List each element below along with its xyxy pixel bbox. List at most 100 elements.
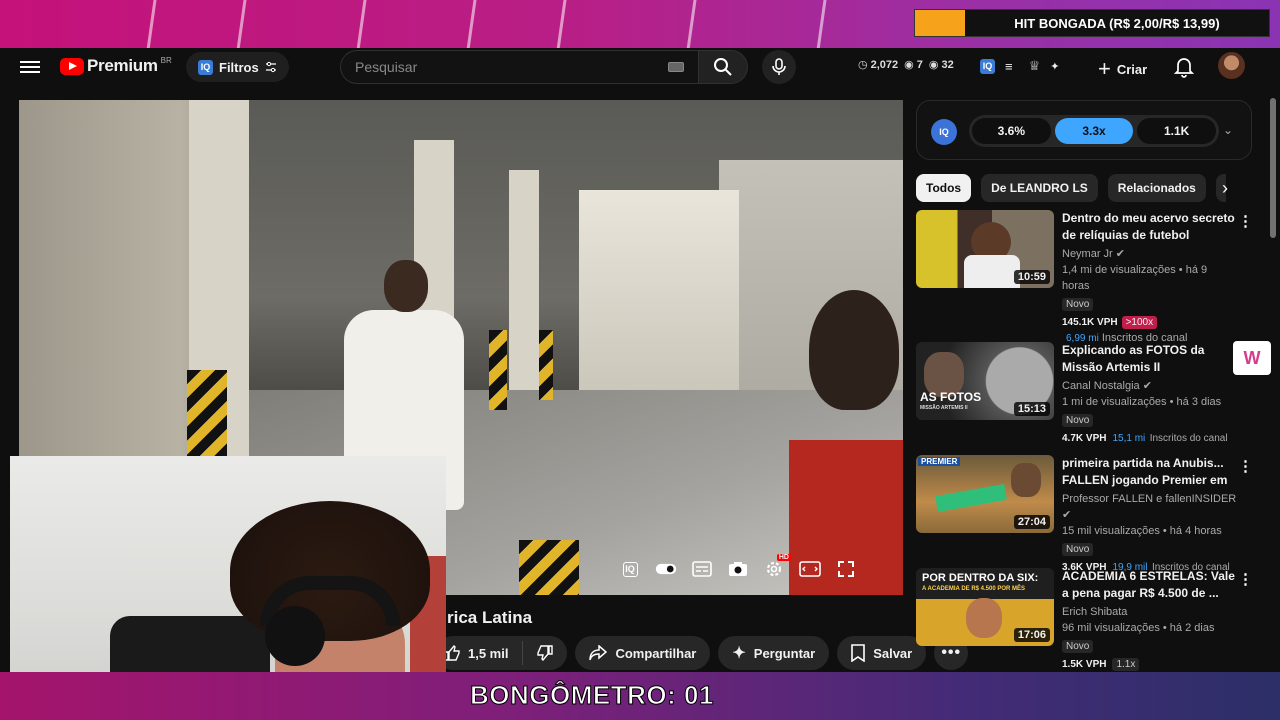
channel-name[interactable]: Neymar Jr (1062, 248, 1113, 260)
verified-icon: ✔ (1062, 509, 1072, 521)
camera-icon[interactable] (727, 558, 749, 580)
thumbnail-subtext: MISSÃO ARTEMIS II (920, 405, 968, 411)
notifications-button[interactable] (1174, 56, 1194, 78)
widget-logo-icon: W (1243, 347, 1261, 368)
verified-icon: ✔ (1142, 380, 1152, 392)
chip-from-channel[interactable]: De LEANDRO LS (981, 174, 1098, 202)
channel-name[interactable]: Erich Shibata (1062, 606, 1127, 618)
channel-name[interactable]: Canal Nostalgia (1062, 380, 1140, 392)
iq-logo: IQ (931, 119, 957, 145)
video-thumbnail[interactable]: 10:59 (916, 210, 1054, 288)
view-count: 15 mil visualizações (1062, 525, 1160, 537)
share-button[interactable]: Compartilhar (575, 636, 711, 670)
search-box (340, 50, 698, 84)
list-item[interactable]: 10:59 Dentro do meu acervo secreto de re… (916, 210, 1256, 344)
youtube-play-icon (60, 57, 84, 75)
chip-related[interactable]: Relacionados (1107, 174, 1206, 202)
video-duration: 17:06 (1013, 628, 1050, 642)
outlier-badge: 1.1x (1112, 658, 1140, 671)
vph-stat: 4.7K VPH (1062, 433, 1107, 444)
thumbs-down-icon (537, 645, 554, 661)
upload-age: há 2 dias (1169, 622, 1215, 634)
video-duration: 15:13 (1013, 402, 1050, 416)
view-count: 1,4 mi de visualizações (1062, 264, 1176, 276)
list-icon[interactable]: ≡ (1005, 59, 1013, 74)
floating-widget[interactable]: W (1233, 341, 1271, 375)
more-vert-icon[interactable]: ⋮ (1238, 212, 1253, 230)
dislike-button[interactable] (523, 645, 567, 661)
fullscreen-icon[interactable] (835, 558, 857, 580)
keyboard-icon[interactable] (668, 62, 684, 72)
list-item[interactable]: PREMIER 27:04 primeira partida na Anubis… (916, 455, 1256, 573)
more-vert-icon[interactable]: ⋮ (1238, 570, 1253, 588)
clock-icon: ◷ (858, 59, 868, 71)
iq-segment-outlier[interactable]: 3.3x (1054, 118, 1134, 144)
iq-segment-vph[interactable]: 1.1K (1137, 118, 1217, 144)
view-count: 96 mil visualizações (1062, 622, 1160, 634)
share-label: Compartilhar (615, 645, 697, 661)
thumbnail-subtext: A ACADEMIA DE R$ 4.500 POR MÊS (922, 586, 1026, 592)
like-count: 1,5 mil (468, 645, 509, 661)
iq-segments: 3.6% 3.3x 1.1K (969, 115, 1219, 147)
avatar[interactable] (1218, 52, 1245, 79)
search-button[interactable] (698, 50, 748, 84)
menu-icon[interactable] (20, 58, 40, 74)
settings-hd-icon[interactable]: HD (763, 554, 791, 580)
viewers-icon: ◉ (928, 59, 939, 71)
video-thumbnail[interactable]: POR DENTRO DA SIX: A ACADEMIA DE R$ 4.50… (916, 568, 1054, 646)
iq-segment-engagement[interactable]: 3.6% (972, 118, 1051, 144)
more-vert-icon[interactable]: ⋮ (1238, 457, 1253, 475)
scrollbar[interactable] (1270, 98, 1276, 238)
plus-icon: + (1098, 56, 1111, 81)
video-duration: 10:59 (1013, 270, 1050, 284)
channel-name[interactable]: Professor FALLEN e fallenINSIDER (1062, 493, 1236, 505)
chevron-right-icon[interactable]: › (1222, 178, 1228, 199)
subscriber-count: 15,1 mi (1112, 433, 1146, 444)
save-button[interactable]: Salvar (837, 636, 927, 670)
video-duration: 27:04 (1013, 515, 1050, 529)
video-thumbnail[interactable]: AS FOTOS MISSÃO ARTEMIS II 15:13 (916, 342, 1054, 420)
video-title[interactable]: Explicando as FOTOS da Missão Artemis II (1062, 342, 1237, 376)
filters-button[interactable]: IQ Filtros (186, 52, 289, 82)
thumbnail-text: PREMIER (918, 457, 961, 466)
toggle-icon[interactable] (655, 558, 677, 580)
youtube-premium-logo[interactable]: Premium BR (60, 56, 172, 76)
stat-views: 2,072 (870, 58, 899, 71)
new-badge: Novo (1062, 298, 1094, 311)
stat-eyes: 7 (916, 58, 923, 71)
thumbnail-text: AS FOTOS (920, 390, 982, 404)
list-item[interactable]: AS FOTOS MISSÃO ARTEMIS II 15:13 Explica… (916, 342, 1256, 455)
video-thumbnail[interactable]: PREMIER 27:04 (916, 455, 1054, 533)
chip-all[interactable]: Todos (916, 174, 972, 202)
search-input[interactable] (355, 59, 668, 75)
like-dislike-group: 1,5 mil (436, 636, 568, 670)
save-label: Salvar (873, 645, 913, 661)
list-item[interactable]: POR DENTRO DA SIX: A ACADEMIA DE R$ 4.50… (916, 568, 1256, 681)
sliders-icon (265, 61, 276, 73)
ask-button[interactable]: ✦ Perguntar (718, 636, 830, 670)
voice-search-button[interactable] (762, 50, 796, 84)
sparkle-icon[interactable]: ✦ (1050, 60, 1059, 73)
iq-extension-icon[interactable]: IQ (980, 58, 995, 74)
hit-label: HIT BONGADA (R$ 2,00/R$ 13,99) (1014, 15, 1220, 31)
video-title[interactable]: primeira partida na Anubis... FALLEN jog… (1062, 455, 1237, 489)
trophy-icon[interactable]: ♕ (1029, 58, 1041, 74)
related-filter-chips: Todos De LEANDRO LS Relacionados Pa (916, 174, 1226, 202)
stream-stats: ◷ 2,072 ◉ 7 ◉ 32 (858, 58, 954, 72)
create-button[interactable]: + Criar (1098, 56, 1147, 82)
masthead: Premium BR IQ Filtros ◷2,072 ◉7 ◉32 IQ ≡… (0, 48, 1280, 88)
video-title[interactable]: Dentro do meu acervo secreto de relíquia… (1062, 210, 1237, 244)
subscriber-label: Inscritos do canal (1149, 433, 1228, 444)
subtitles-icon[interactable] (691, 558, 713, 580)
video-title: rica Latina (447, 608, 533, 627)
theater-icon[interactable] (799, 558, 821, 580)
iq-player-icon[interactable]: IQ (619, 558, 641, 580)
like-button[interactable]: 1,5 mil (444, 641, 524, 665)
chevron-down-icon[interactable]: ⌄ (1223, 123, 1233, 137)
upload-age: há 3 dias (1176, 396, 1222, 408)
stream-overlay-top: HIT BONGADA (R$ 2,00/R$ 13,99) (0, 0, 1280, 48)
share-icon (589, 645, 608, 661)
microphone-icon (772, 58, 786, 75)
video-title[interactable]: ACADEMIA 6 ESTRELAS: Vale a pena pagar R… (1062, 568, 1237, 602)
new-badge: Novo (1062, 543, 1094, 556)
